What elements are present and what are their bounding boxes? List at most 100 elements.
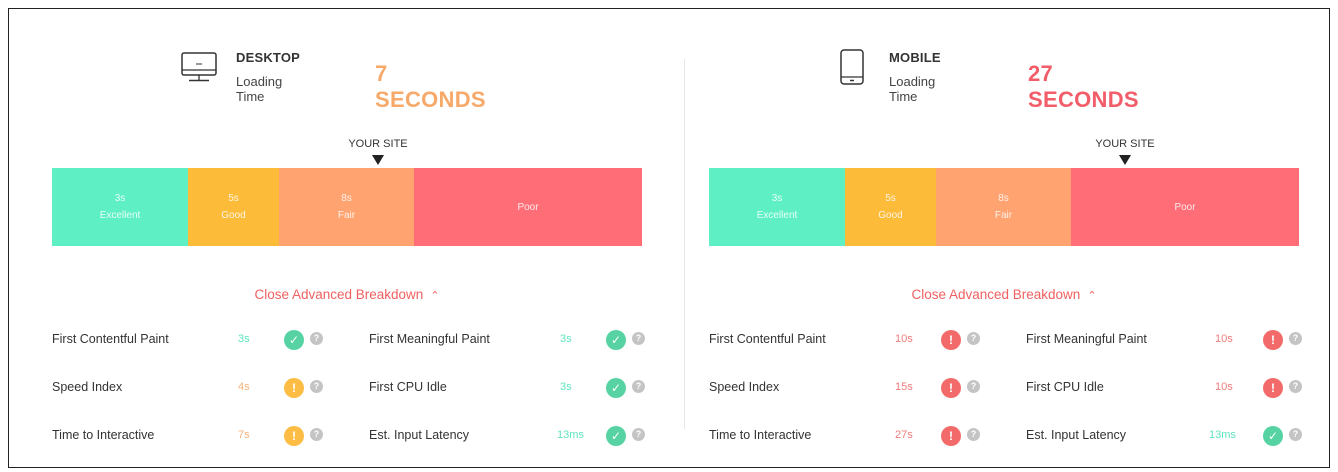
metric-value: 3s (560, 333, 572, 345)
metric-row: Speed Index 4s ! ? First CPU Idle 3s ✓ ? (52, 377, 645, 401)
help-icon[interactable]: ? (310, 332, 323, 345)
segment-label: Poor (517, 201, 539, 213)
close-advanced-breakdown-link[interactable]: Close Advanced Breakdown ⌃ (52, 287, 642, 302)
scale-segment-excellent: 3s Excellent (709, 168, 845, 246)
metric-name: First CPU Idle (1026, 380, 1104, 394)
metric-value: 3s (560, 381, 572, 393)
check-circle-icon: ✓ (606, 330, 626, 350)
metric-name: Est. Input Latency (1026, 428, 1127, 442)
metric-row: First Contentful Paint 10s ! ? First Mea… (709, 329, 1302, 353)
segment-label: Fair (994, 210, 1013, 221)
check-circle-icon: ✓ (1263, 426, 1283, 446)
segment-label: Good (878, 210, 903, 221)
metric-value: 4s (238, 381, 250, 393)
chevron-up-icon: ⌃ (430, 290, 440, 302)
check-circle-icon: ✓ (606, 426, 626, 446)
help-icon[interactable]: ? (1289, 332, 1302, 345)
metric-name: Est. Input Latency (369, 428, 470, 442)
speed-scale-bar: 3s Excellent 5s Good 8s Fair Poor (709, 168, 1299, 246)
chevron-up-icon: ⌃ (1087, 290, 1097, 302)
metric-value: 10s (1215, 381, 1233, 393)
metric-row: First Contentful Paint 3s ✓ ? First Mean… (52, 329, 645, 353)
segment-label: Poor (1174, 201, 1196, 213)
loading-time-value: 27 SECONDS (1028, 61, 1139, 112)
metric-value: 3s (238, 333, 250, 345)
help-icon[interactable]: ? (1289, 428, 1302, 441)
breakdown-link-label: Close Advanced Breakdown (254, 287, 424, 302)
your-site-marker (1119, 155, 1131, 165)
warning-circle-icon: ! (284, 378, 304, 398)
your-site-marker (372, 155, 384, 165)
warning-circle-icon: ! (284, 426, 304, 446)
segment-time: 3s (114, 193, 126, 204)
error-circle-icon: ! (941, 378, 961, 398)
speed-scale-bar: 3s Excellent 5s Good 8s Fair Poor (52, 168, 642, 246)
metric-value: 15s (895, 381, 913, 393)
device-name: MOBILE (889, 50, 941, 65)
error-circle-icon: ! (941, 426, 961, 446)
metric-value: 10s (895, 333, 913, 345)
scale-segment-good: 5s Good (845, 168, 936, 246)
metric-name: Time to Interactive (52, 428, 155, 442)
panel-divider (684, 59, 685, 429)
metric-value: 13ms (557, 429, 584, 441)
error-circle-icon: ! (941, 330, 961, 350)
metric-value: 27s (895, 429, 913, 441)
scale-segment-excellent: 3s Excellent (52, 168, 188, 246)
scale-segment-poor: Poor (1071, 168, 1299, 246)
device-name: DESKTOP (236, 50, 301, 65)
segment-label: Excellent (756, 210, 798, 221)
loading-time-label: Loading Time (236, 74, 283, 104)
metric-row: Speed Index 15s ! ? First CPU Idle 10s !… (709, 377, 1302, 401)
segment-label: Excellent (99, 210, 141, 221)
help-icon[interactable]: ? (632, 380, 645, 393)
segment-time: 8s (998, 193, 1009, 204)
your-site-label: YOUR SITE (1095, 138, 1155, 150)
monitor-icon (179, 47, 219, 92)
scale-segment-fair: 8s Fair (936, 168, 1071, 246)
metric-name: Speed Index (709, 380, 780, 394)
segment-label: Good (221, 210, 246, 221)
help-icon[interactable]: ? (967, 428, 980, 441)
help-icon[interactable]: ? (967, 380, 980, 393)
breakdown-link-label: Close Advanced Breakdown (911, 287, 1081, 302)
smartphone-icon (832, 47, 872, 92)
segment-time: 5s (228, 193, 239, 204)
loading-time-value: 7 SECONDS (375, 61, 486, 112)
help-icon[interactable]: ? (310, 428, 323, 441)
metric-name: Time to Interactive (709, 428, 812, 442)
close-advanced-breakdown-link[interactable]: Close Advanced Breakdown ⌃ (709, 287, 1299, 302)
metric-value: 7s (238, 429, 250, 441)
metric-name: First Meaningful Paint (1026, 332, 1147, 346)
metric-name: Speed Index (52, 380, 123, 394)
segment-label: Fair (337, 210, 356, 221)
scale-segment-good: 5s Good (188, 168, 279, 246)
check-circle-icon: ✓ (284, 330, 304, 350)
check-circle-icon: ✓ (606, 378, 626, 398)
scale-segment-fair: 8s Fair (279, 168, 414, 246)
your-site-label: YOUR SITE (348, 138, 408, 150)
metric-name: First CPU Idle (369, 380, 447, 394)
error-circle-icon: ! (1263, 330, 1283, 350)
metric-value: 13ms (1209, 429, 1236, 441)
help-icon[interactable]: ? (632, 332, 645, 345)
metric-name: First Contentful Paint (709, 332, 826, 346)
segment-time: 3s (771, 193, 783, 204)
metric-row: Time to Interactive 27s ! ? Est. Input L… (709, 425, 1302, 449)
metric-name: First Contentful Paint (52, 332, 169, 346)
help-icon[interactable]: ? (1289, 380, 1302, 393)
desktop-panel: DESKTOP Loading Time 7 SECONDS YOUR SITE… (52, 9, 645, 469)
help-icon[interactable]: ? (967, 332, 980, 345)
loading-time-label: Loading Time (889, 74, 936, 104)
metric-value: 10s (1215, 333, 1233, 345)
error-circle-icon: ! (1263, 378, 1283, 398)
help-icon[interactable]: ? (632, 428, 645, 441)
segment-time: 8s (341, 193, 352, 204)
speed-report-card: DESKTOP Loading Time 7 SECONDS YOUR SITE… (8, 8, 1330, 468)
mobile-panel: MOBILE Loading Time 27 SECONDS YOUR SITE… (709, 9, 1302, 469)
segment-time: 5s (885, 193, 896, 204)
metric-row: Time to Interactive 7s ! ? Est. Input La… (52, 425, 645, 449)
help-icon[interactable]: ? (310, 380, 323, 393)
metric-name: First Meaningful Paint (369, 332, 490, 346)
scale-segment-poor: Poor (414, 168, 642, 246)
